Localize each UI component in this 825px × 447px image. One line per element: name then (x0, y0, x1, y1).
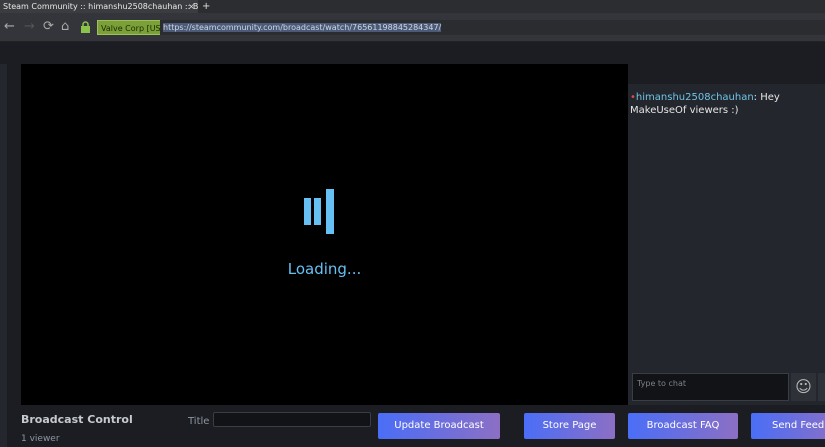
close-tab-icon[interactable]: × (188, 0, 195, 13)
chat-header (628, 64, 825, 84)
broadcast-faq-button[interactable]: Broadcast FAQ (628, 413, 738, 439)
address-bar: ← → ⟳ ⌂ Valve Corp [US] https://steamcom… (0, 13, 825, 42)
back-icon[interactable]: ← (4, 19, 15, 34)
identity-badge[interactable]: Valve Corp [US] (97, 20, 168, 35)
chat-username[interactable]: himanshu2508chauhan (636, 92, 754, 103)
update-broadcast-button[interactable]: Update Broadcast (378, 413, 500, 439)
viewer-count: 1 viewer (21, 434, 60, 444)
broadcast-control-heading: Broadcast Control (21, 413, 133, 426)
chat-message: •himanshu2508chauhan: Hey MakeUseOf view… (630, 92, 780, 116)
url-input[interactable]: https://steamcommunity.com/broadcast/wat… (160, 20, 825, 35)
reload-icon[interactable]: ⟳ (43, 19, 54, 34)
tab-title: Steam Community :: himanshu2508chauhan :… (3, 2, 198, 11)
tab-bar: Steam Community :: himanshu2508chauhan :… (0, 0, 825, 13)
chat-placeholder: Type to chat (637, 379, 686, 388)
lock-icon (81, 21, 90, 33)
broadcast-control: Broadcast Control 1 viewer Title Update … (0, 405, 825, 447)
send-feedback-button[interactable]: Send Feedback (751, 413, 825, 439)
video-player[interactable]: Loading... (21, 64, 628, 405)
loading-text: Loading... (287, 260, 362, 278)
emoji-icon[interactable]: ☺ (791, 373, 816, 401)
browser-tab[interactable]: Steam Community :: himanshu2508chauhan :… (0, 0, 198, 13)
url-text: https://steamcommunity.com/broadcast/wat… (163, 23, 442, 32)
send-button[interactable] (818, 373, 825, 401)
home-icon[interactable]: ⌂ (61, 19, 69, 34)
title-label: Title (188, 416, 210, 427)
new-tab-button[interactable]: + (202, 0, 210, 13)
title-input[interactable] (213, 412, 371, 427)
chat-input[interactable]: Type to chat (632, 373, 789, 401)
forward-icon[interactable]: → (24, 19, 35, 34)
chat-panel: •himanshu2508chauhan: Hey MakeUseOf view… (628, 64, 825, 405)
left-strip (0, 64, 7, 447)
store-page-button[interactable]: Store Page (524, 413, 615, 439)
